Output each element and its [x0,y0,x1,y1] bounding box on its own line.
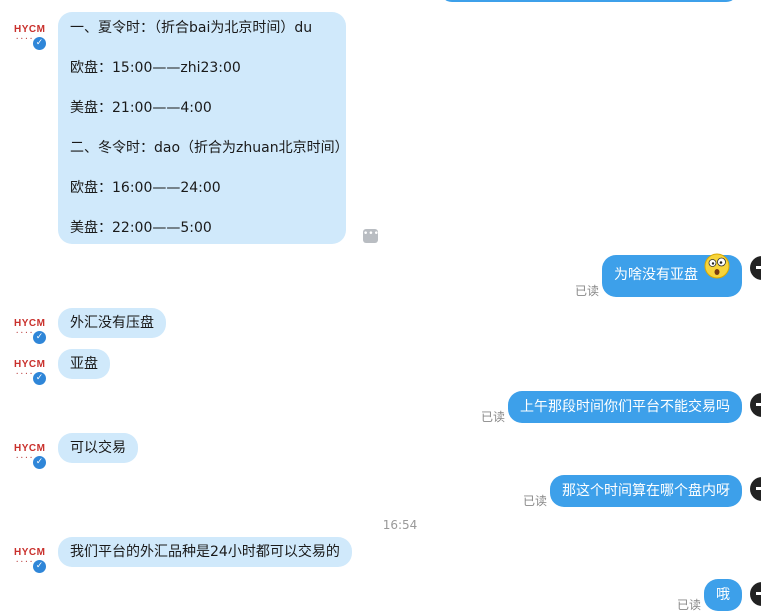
surprised-emoji-icon [704,253,730,279]
time-separator: 16:54 [0,518,761,532]
logo-dots: • • • • [16,330,33,335]
outgoing-message[interactable]: 上午那段时间你们平台不能交易吗 [508,391,742,423]
incoming-message-trading-hours[interactable]: 一、夏令时：（折合bai为北京时间）du 欧盘：15:00——zhi23:00 … [58,12,349,244]
contact-avatar[interactable]: HYCM • • • • ✓ [12,541,48,575]
message-text: 为啥没有亚盘 [614,267,698,283]
message-text: 可以交易 [70,440,126,456]
message-line: 欧盘：15:00——zhi23:00 [70,60,241,76]
previous-message-bubble [440,0,738,2]
message-line: 二、冬令时：dao（折合为zhuan北京时间） [70,140,349,156]
verified-badge-icon: ✓ [32,330,47,345]
read-status: 已读 [677,598,702,612]
time-separator-text: 16:54 [382,518,418,532]
contact-avatar[interactable]: HYCM • • • • ✓ [12,437,48,471]
outgoing-message[interactable]: 为啥没有亚盘 [602,253,743,297]
message-line: 一、夏令时：（折合bai为北京时间）du [70,20,313,36]
logo-text: HYCM [14,547,46,558]
logo-text: HYCM [14,24,46,35]
verified-badge-icon: ✓ [32,36,47,51]
outgoing-message[interactable]: 哦 [704,579,742,611]
logo-dots: • • • • [16,371,33,376]
verified-badge-icon: ✓ [32,371,47,386]
message-line: 美盘：22:00——5:00 [70,220,212,236]
read-status: 已读 [523,494,548,508]
verified-badge-icon: ✓ [32,455,47,470]
logo-dots: • • • • [16,559,33,564]
self-avatar[interactable] [750,393,761,417]
self-avatar[interactable] [750,477,761,501]
self-avatar[interactable] [750,256,761,280]
incoming-message[interactable]: 亚盘 [58,349,110,379]
logo-dots: • • • • [16,36,33,41]
logo-text: HYCM [14,318,46,329]
message-line: 美盘：21:00——4:00 [70,100,212,116]
self-avatar[interactable] [750,582,761,606]
message-text: 外汇没有压盘 [70,315,154,331]
message-line: 欧盘：16:00——24:00 [70,180,221,196]
message-text: 那这个时间算在哪个盘内呀 [562,483,730,499]
more-dots-icon[interactable]: ••• [363,229,379,243]
message-text: 亚盘 [70,356,98,372]
incoming-message[interactable]: 我们平台的外汇品种是24小时都可以交易的 [58,537,352,567]
message-text: 上午那段时间你们平台不能交易吗 [520,399,730,415]
read-status: 已读 [575,284,600,298]
incoming-message[interactable]: 外汇没有压盘 [58,308,166,338]
message-text: 哦 [716,587,730,603]
read-status: 已读 [481,410,506,424]
logo-text: HYCM [14,443,46,454]
verified-badge-icon: ✓ [32,559,47,574]
logo-text: HYCM [14,359,46,370]
logo-dots: • • • • [16,455,33,460]
contact-avatar[interactable]: HYCM • • • • ✓ [12,18,48,52]
contact-avatar[interactable]: HYCM • • • • ✓ [12,312,48,346]
incoming-message[interactable]: 可以交易 [58,433,138,463]
message-text: 我们平台的外汇品种是24小时都可以交易的 [70,544,340,560]
contact-avatar[interactable]: HYCM • • • • ✓ [12,353,48,387]
outgoing-message[interactable]: 那这个时间算在哪个盘内呀 [550,475,742,507]
